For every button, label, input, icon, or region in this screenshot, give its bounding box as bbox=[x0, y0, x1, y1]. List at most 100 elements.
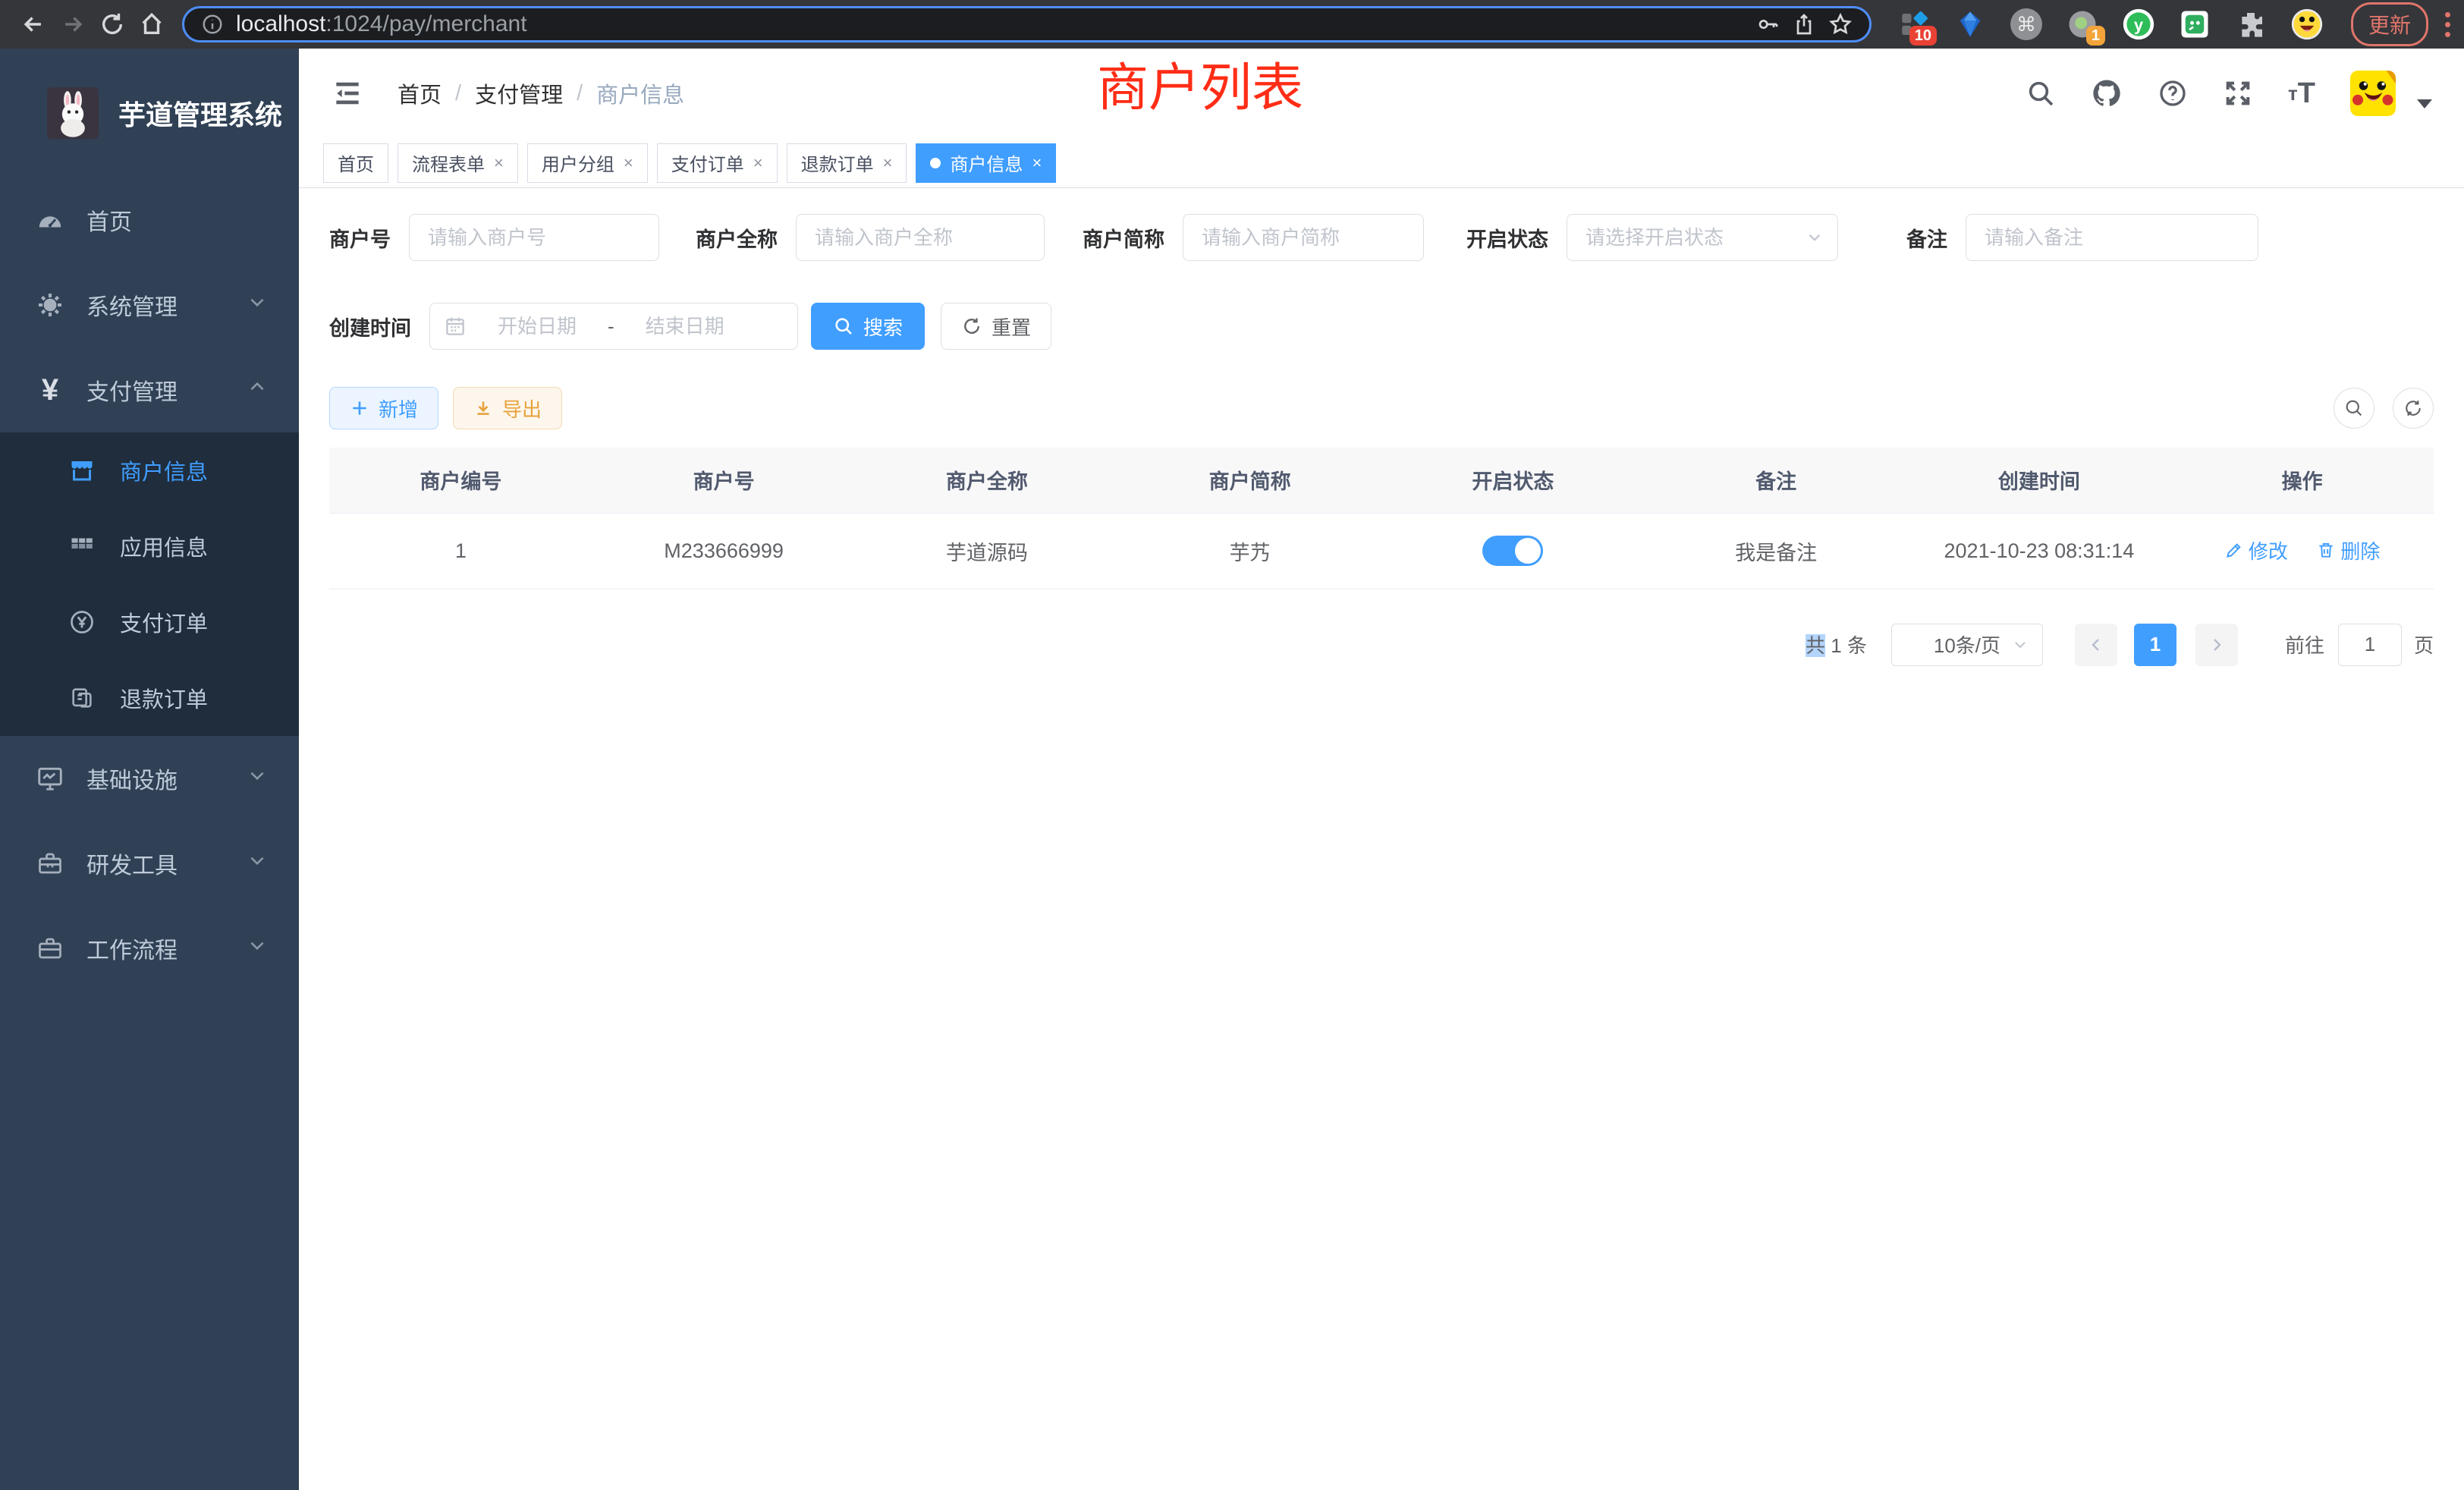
browser-back-button[interactable] bbox=[14, 5, 53, 44]
extensions-puzzle-icon[interactable] bbox=[2234, 8, 2268, 41]
add-button[interactable]: 新增 bbox=[329, 387, 438, 429]
export-button[interactable]: 导出 bbox=[453, 387, 562, 429]
active-tab-dot bbox=[930, 158, 941, 168]
create-time-label: 创建时间 bbox=[329, 312, 411, 341]
yen-icon: ¥ bbox=[33, 373, 67, 407]
user-avatar[interactable] bbox=[2350, 71, 2396, 116]
extension-chat-icon[interactable] bbox=[2178, 8, 2211, 41]
page-size-select[interactable] bbox=[1891, 624, 2043, 666]
sidebar-submenu-pay: 商户信息 应用信息 支付订单 退款订单 bbox=[0, 432, 299, 736]
close-tab-icon[interactable]: × bbox=[1032, 153, 1042, 173]
delete-link[interactable]: 删除 bbox=[2316, 536, 2380, 564]
tab-user-group[interactable]: 用户分组× bbox=[527, 143, 648, 183]
address-bar[interactable]: localhost:1024/pay/merchant bbox=[182, 6, 1872, 42]
header-search-icon[interactable] bbox=[2026, 78, 2056, 108]
bookmark-star-icon[interactable] bbox=[1828, 12, 1853, 36]
goto-suffix: 页 bbox=[2414, 630, 2434, 659]
browser-menu-icon[interactable] bbox=[2445, 12, 2450, 37]
date-end-input[interactable] bbox=[621, 315, 750, 338]
sidebar-item-order[interactable]: 支付订单 bbox=[0, 584, 299, 660]
browser-forward-button[interactable] bbox=[53, 5, 93, 44]
tab-process-form[interactable]: 流程表单× bbox=[398, 143, 518, 183]
extension-command-icon[interactable]: ⌘ bbox=[2010, 8, 2043, 41]
col-short-name: 商户简称 bbox=[1118, 448, 1381, 513]
reset-button[interactable]: 重置 bbox=[941, 303, 1051, 350]
cell-short-name: 芋艿 bbox=[1118, 513, 1381, 589]
browser-update-button[interactable]: 更新 bbox=[2351, 2, 2428, 46]
extension-recorder-icon[interactable]: 1 bbox=[2066, 8, 2099, 41]
browser-reload-button[interactable] bbox=[93, 5, 132, 44]
next-page-button[interactable] bbox=[2195, 624, 2238, 666]
toolbox-icon bbox=[33, 850, 67, 877]
chevron-down-icon bbox=[247, 935, 267, 961]
extension-emoji-icon[interactable] bbox=[2290, 8, 2324, 41]
remark-input[interactable] bbox=[1966, 214, 2258, 261]
date-range-picker[interactable]: - bbox=[429, 303, 798, 350]
chevron-up-icon bbox=[247, 377, 267, 403]
tab-home[interactable]: 首页 bbox=[323, 143, 388, 183]
extension-gem-icon[interactable] bbox=[1953, 8, 1987, 41]
table-toolbar: 新增 导出 bbox=[329, 387, 2434, 429]
search-button[interactable]: 搜索 bbox=[811, 303, 925, 350]
close-tab-icon[interactable]: × bbox=[753, 153, 763, 173]
cell-merchant-no: M233666999 bbox=[592, 513, 856, 589]
monitor-chart-icon bbox=[33, 764, 67, 793]
merchant-table: 商户编号 商户号 商户全称 商户简称 开启状态 备注 创建时间 操作 1 M23… bbox=[329, 448, 2434, 589]
sidebar-item-dev[interactable]: 研发工具 bbox=[0, 821, 299, 906]
refresh-table-button[interactable] bbox=[2393, 388, 2434, 429]
github-icon[interactable] bbox=[2091, 77, 2123, 109]
remark-label: 备注 bbox=[1906, 223, 1947, 253]
sidebar-item-merchant[interactable]: 商户信息 bbox=[0, 432, 299, 508]
tab-merchant-info[interactable]: 商户信息× bbox=[916, 143, 1056, 183]
sidebar-item-refund[interactable]: 退款订单 bbox=[0, 660, 299, 736]
tab-pay-order[interactable]: 支付订单× bbox=[657, 143, 778, 183]
extension-badge-one: 1 bbox=[2086, 26, 2105, 46]
svg-text:y: y bbox=[2134, 15, 2144, 34]
sidebar-logo[interactable]: 芋道管理系统 bbox=[0, 49, 299, 178]
sidebar-item-app[interactable]: 应用信息 bbox=[0, 508, 299, 584]
merchant-no-input[interactable] bbox=[409, 214, 659, 261]
page-info-icon[interactable] bbox=[201, 13, 224, 36]
browser-home-button[interactable] bbox=[132, 5, 171, 44]
extension-y-icon[interactable]: y bbox=[2122, 8, 2155, 41]
table-row: 1 M233666999 芋道源码 芋艿 我是备注 2021-10-23 08:… bbox=[329, 513, 2434, 589]
close-tab-icon[interactable]: × bbox=[494, 153, 504, 173]
full-name-input[interactable] bbox=[796, 214, 1045, 261]
status-select[interactable] bbox=[1567, 214, 1838, 261]
sidebar-item-workflow[interactable]: 工作流程 bbox=[0, 906, 299, 991]
shop-icon bbox=[67, 457, 97, 484]
goto-page-input[interactable] bbox=[2338, 624, 2402, 666]
sidebar-toggle-icon[interactable] bbox=[331, 77, 364, 110]
close-tab-icon[interactable]: × bbox=[624, 153, 633, 173]
col-status: 开启状态 bbox=[1381, 448, 1645, 513]
help-icon[interactable] bbox=[2158, 78, 2188, 108]
close-tab-icon[interactable]: × bbox=[883, 153, 893, 173]
avatar-caret-icon[interactable] bbox=[2417, 99, 2432, 108]
font-size-icon[interactable]: тT bbox=[2288, 77, 2315, 110]
short-name-label: 商户简称 bbox=[1083, 223, 1164, 253]
sidebar-item-infra[interactable]: 基础设施 bbox=[0, 736, 299, 821]
sidebar-item-system[interactable]: 系统管理 bbox=[0, 262, 299, 347]
extension-tiles-icon[interactable]: 10 bbox=[1897, 8, 1931, 41]
sidebar-item-label: 应用信息 bbox=[120, 530, 208, 562]
tab-refund-order[interactable]: 退款订单× bbox=[787, 143, 907, 183]
breadcrumb-home[interactable]: 首页 bbox=[398, 77, 442, 109]
status-label: 开启状态 bbox=[1466, 223, 1548, 253]
breadcrumb-pay[interactable]: 支付管理 bbox=[475, 77, 563, 109]
sidebar-item-pay[interactable]: ¥ 支付管理 bbox=[0, 347, 299, 432]
sidebar-item-home[interactable]: 首页 bbox=[0, 178, 299, 262]
share-icon[interactable] bbox=[1792, 12, 1816, 36]
goto-label: 前往 bbox=[2285, 630, 2324, 659]
password-key-icon[interactable] bbox=[1755, 12, 1780, 36]
fullscreen-icon[interactable] bbox=[2223, 78, 2253, 108]
short-name-input[interactable] bbox=[1183, 214, 1424, 261]
prev-page-button[interactable] bbox=[2075, 624, 2117, 666]
show-search-toggle-button[interactable] bbox=[2334, 388, 2374, 429]
current-page-button[interactable]: 1 bbox=[2134, 624, 2176, 666]
status-toggle[interactable] bbox=[1482, 536, 1543, 566]
chevron-down-icon bbox=[247, 292, 267, 318]
chevron-down-icon bbox=[247, 765, 267, 791]
date-start-input[interactable] bbox=[473, 315, 602, 338]
sidebar-item-label: 系统管理 bbox=[86, 288, 178, 322]
edit-link[interactable]: 修改 bbox=[2224, 536, 2288, 564]
